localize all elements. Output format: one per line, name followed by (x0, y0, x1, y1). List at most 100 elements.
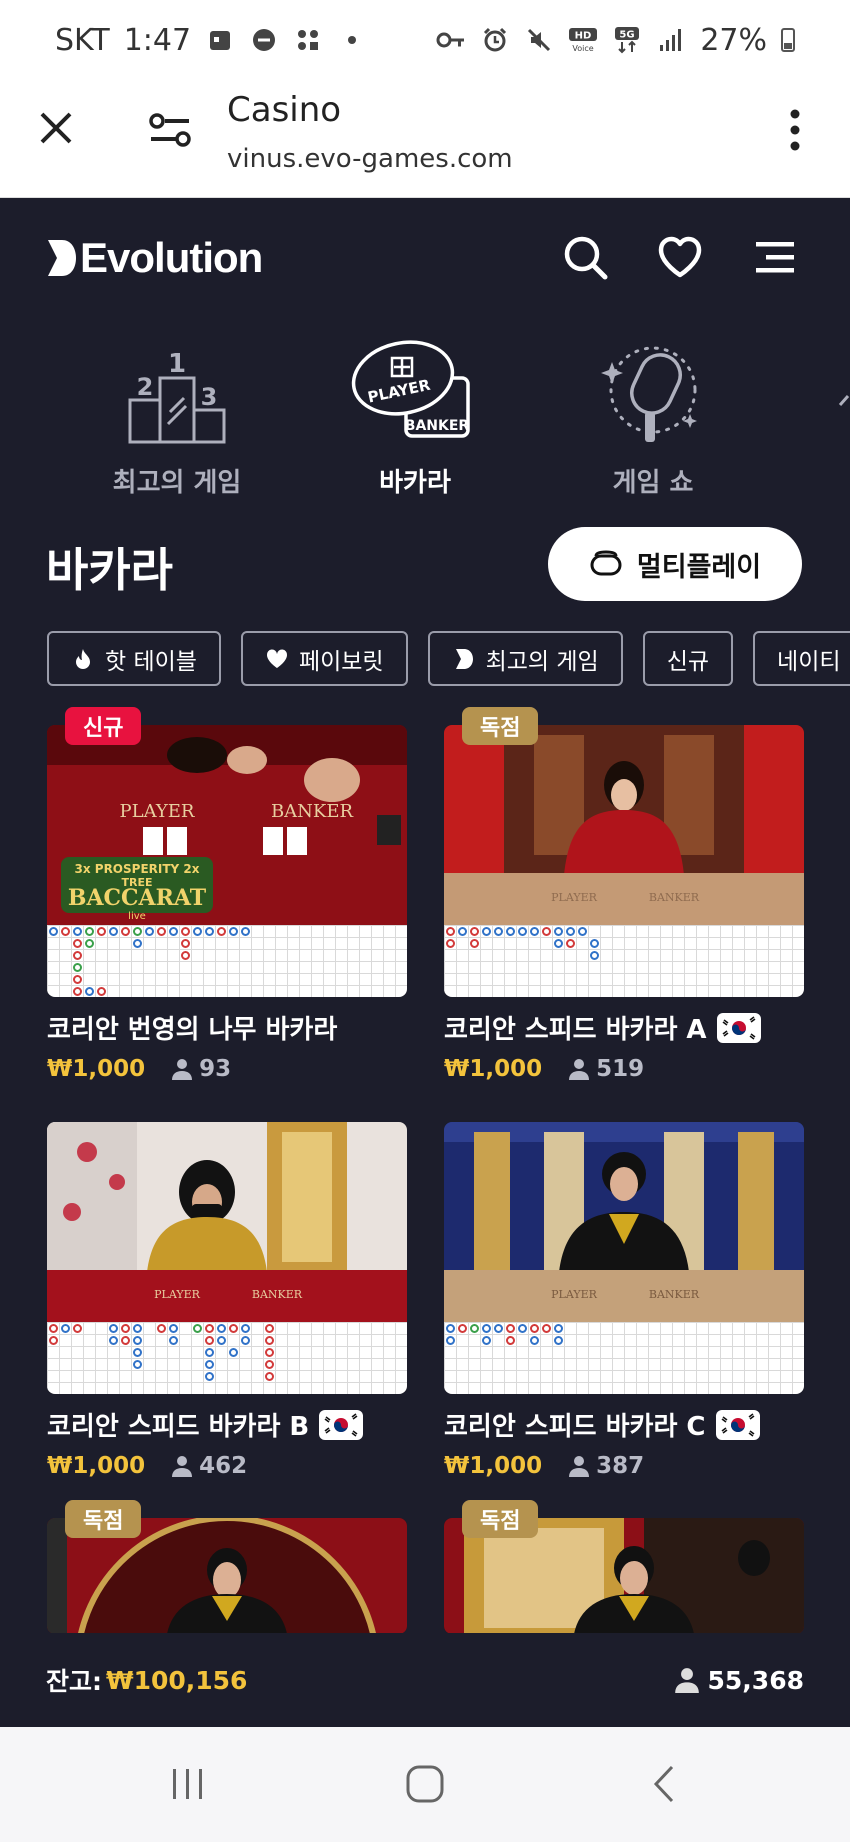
home-icon[interactable] (400, 1759, 450, 1809)
clock: 1:47 (123, 22, 192, 58)
table-card-prosperity-tree[interactable]: 신규 PLAYER BANKER 3x PROSPERITY 2x TREE B… (47, 707, 407, 1082)
brand-name: Evolution (80, 234, 263, 281)
table-thumbnail[interactable]: PLAYER BANKER 3x PROSPERITY 2x TREE BACC… (47, 725, 407, 997)
table-card-partial-left[interactable]: 독점 (47, 1500, 407, 1634)
korea-flag-icon (716, 1012, 761, 1043)
favorites-heart-icon[interactable] (657, 234, 703, 280)
banker-text: BANKER (405, 418, 470, 434)
multiplay-icon (590, 550, 622, 576)
player-label: PLAYER (551, 1288, 597, 1301)
chip-label: 신규 (666, 648, 710, 675)
podium-icon: 1 2 3 (128, 349, 226, 444)
min-bet: ₩1,000 (47, 1453, 146, 1479)
table-name: 코리안 번영의 나무 바카라 (47, 1015, 338, 1045)
svg-text:5G: 5G (620, 30, 635, 41)
player-count: 462 (199, 1453, 248, 1479)
table-card-speed-baccarat-c[interactable]: PLAYER BANKER 코리안 스피드 바카라 C ₩1,000 387 (444, 1122, 804, 1479)
battery-icon (781, 28, 795, 52)
page-title: 바카라 (46, 543, 173, 597)
vpn-key-icon (436, 25, 466, 55)
menu-icon[interactable] (752, 234, 798, 280)
dealer-table-scene: PLAYER BANKER 3x PROSPERITY 2x TREE BACC… (47, 725, 407, 925)
table-card-speed-baccarat-a[interactable]: 독점 PLAYER BANKER 코리안 스피드 바카라 A ₩1,000 51… (444, 707, 804, 1082)
min-bet: ₩1,000 (444, 1453, 543, 1479)
online-users-icon (674, 1668, 699, 1693)
evolution-logo[interactable]: Evolution (46, 234, 263, 282)
back-icon[interactable] (640, 1759, 690, 1809)
chip-native[interactable]: 네이티 (753, 631, 850, 686)
online-count: 55,368 (707, 1665, 804, 1695)
category-label: 최고의 게임 (112, 468, 242, 498)
mute-icon (524, 25, 554, 55)
players-icon (569, 1456, 590, 1477)
chip-label: 네이티 (777, 648, 841, 675)
chip-new[interactable]: 신규 (642, 631, 734, 686)
chip-top-games[interactable]: 최고의 게임 (427, 631, 623, 686)
korea-flag-icon (319, 1409, 364, 1440)
chip-label: 페이보릿 (298, 648, 384, 675)
bead-road (47, 925, 407, 997)
table-thumbnail[interactable]: PLAYER BANKER (444, 1122, 804, 1394)
table-name: 코리안 스피드 바카라 C (444, 1412, 706, 1442)
dealer-table-scene: PLAYER BANKER (444, 725, 804, 925)
table-thumbnail[interactable]: PLAYER BANKER (444, 725, 804, 997)
multiplay-label: 멀티플레이 (636, 551, 762, 583)
svg-text:Voice: Voice (573, 44, 594, 53)
min-bet: ₩1,000 (47, 1056, 146, 1082)
banker-label: BANKER (252, 1288, 303, 1301)
balance-value: ₩100,156 (106, 1665, 248, 1695)
site-settings-icon[interactable] (148, 110, 192, 150)
calendar-icon (205, 25, 235, 55)
bead-road (444, 925, 804, 997)
more-options-icon[interactable] (780, 108, 810, 152)
dnd-icon (249, 25, 279, 55)
search-icon[interactable] (562, 234, 608, 280)
svg-text:HD: HD (575, 31, 592, 42)
banker-label: BANKER (649, 1288, 700, 1301)
svg-text:3: 3 (201, 383, 218, 411)
next-category-icon[interactable] (836, 390, 850, 420)
evolution-logo-icon (48, 240, 76, 276)
chip-label: 최고의 게임 (485, 648, 599, 675)
bead-road (47, 1322, 407, 1394)
hd-voice-icon: HD Voice (568, 25, 598, 55)
table-name: 코리안 스피드 바카라 A (444, 1015, 707, 1045)
system-nav-bar (0, 1727, 850, 1842)
battery-percent: 27% (700, 22, 767, 58)
page-url[interactable]: vinus.evo-games.com (227, 144, 513, 174)
min-bet: ₩1,000 (444, 1056, 543, 1082)
category-baccarat[interactable]: BANKER PLAYER 바카라 (315, 340, 515, 499)
player-label: PLAYER (551, 891, 597, 904)
category-game-shows[interactable]: 게임 쇼 (553, 340, 753, 499)
table-thumbnail[interactable]: PLAYER BANKER (47, 1122, 407, 1394)
microphone-icon (601, 346, 697, 442)
player-label: PLAYER (154, 1288, 200, 1301)
bead-road (444, 1322, 804, 1394)
category-label: 게임 쇼 (612, 468, 694, 498)
multiplay-button[interactable]: 멀티플레이 (548, 527, 802, 601)
recent-apps-icon[interactable] (163, 1759, 213, 1809)
table-card-partial-right[interactable]: 독점 (444, 1500, 804, 1634)
status-bar: SKT 1:47 HD Voice 5G 27% (0, 0, 850, 80)
banker-label: BANKER (271, 801, 354, 822)
logo-live-text: live (128, 911, 146, 922)
heart-icon (266, 648, 287, 668)
evolution-icon (455, 648, 473, 669)
exclusive-badge: 독점 (462, 707, 539, 745)
new-badge: 신규 (65, 707, 142, 745)
browser-toolbar: Casino vinus.evo-games.com (0, 80, 850, 198)
signal-icon (656, 25, 686, 55)
apps-icon (293, 25, 323, 55)
page-tab-title: Casino (227, 90, 342, 130)
chip-favorites[interactable]: 페이보릿 (240, 631, 408, 686)
close-icon[interactable] (36, 108, 76, 148)
table-card-speed-baccarat-b[interactable]: PLAYER BANKER 코리안 스피드 바카라 B ₩1,000 462 (47, 1122, 407, 1479)
player-count: 519 (596, 1056, 645, 1082)
alarm-icon (480, 25, 510, 55)
chip-hot-tables[interactable]: 핫 테이블 (47, 631, 221, 686)
chip-label: 핫 테이블 (105, 648, 197, 675)
category-top-games[interactable]: 1 2 3 최고의 게임 (77, 340, 277, 499)
flame-icon (76, 648, 90, 669)
balance-label: 잔고: (46, 1667, 102, 1696)
banker-label: BANKER (649, 891, 700, 904)
